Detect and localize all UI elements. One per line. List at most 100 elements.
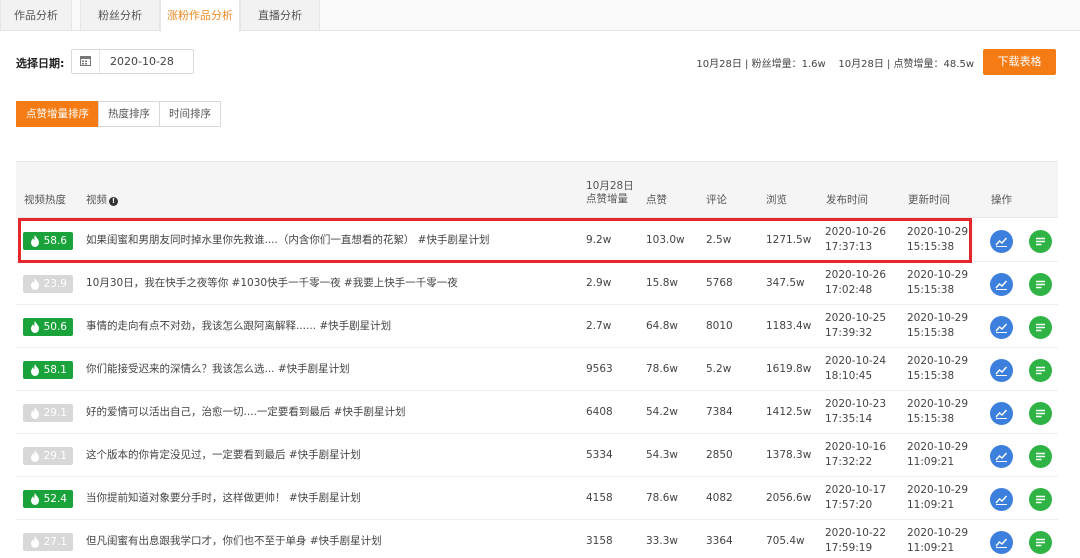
line-chart-icon bbox=[990, 409, 1013, 428]
update-time: 2020-10-29 15:15:38 bbox=[907, 354, 968, 384]
likes: 64.8w bbox=[646, 320, 678, 332]
update-date: 2020-10-29 bbox=[907, 269, 969, 281]
flame-icon bbox=[30, 493, 40, 505]
sort-by-like-increase[interactable]: 点赞增量排序 bbox=[16, 101, 99, 127]
comments: 2850 bbox=[706, 449, 733, 461]
tab-works-analysis[interactable]: 作品分析 bbox=[0, 0, 72, 31]
likes: 78.6w bbox=[646, 363, 678, 375]
views: 2056.6w bbox=[766, 492, 812, 504]
comments: 4082 bbox=[706, 492, 733, 504]
heat-badge: 29.1 bbox=[23, 404, 73, 422]
publish-time: 2020-10-26 17:37:13 bbox=[825, 225, 886, 255]
table-row[interactable]: 50.6 事情的走向有点不对劲，我该怎么跟阿离解释...... #快手剧星计划 2.… bbox=[16, 305, 1058, 348]
header-inc-line1: 10月28日 bbox=[586, 180, 634, 192]
video-title[interactable]: 当你提前知道对象要分手时，这样做更帅！ #快手剧星计划 bbox=[86, 491, 361, 506]
video-title[interactable]: 这个版本的你肯定没见过，一定要看到最后 #快手剧星计划 bbox=[86, 448, 361, 463]
header-video: 视频! bbox=[86, 194, 118, 207]
table-row[interactable]: 29.1 这个版本的你肯定没见过，一定要看到最后 #快手剧星计划 5334 54.3w… bbox=[16, 434, 1058, 477]
tab-fan-growth-works[interactable]: 涨粉作品分析 bbox=[160, 0, 240, 32]
sort-group: 点赞增量排序 热度排序 时间排序 bbox=[16, 101, 221, 127]
video-title[interactable]: 如果闺蜜和男朋友同时掉水里你先救谁....（内含你们一直想看的花絮） #快手剧星… bbox=[86, 233, 490, 248]
tab-live-analysis[interactable]: 直播分析 bbox=[240, 0, 320, 31]
like-increase: 2.7w bbox=[586, 320, 612, 332]
update-time: 2020-10-29 11:09:21 bbox=[907, 526, 968, 556]
list-icon bbox=[1029, 452, 1052, 471]
video-title[interactable]: 好的爱情可以活出自己，治愈一切....一定要看到最后 #快手剧星计划 bbox=[86, 405, 406, 420]
line-chart-icon bbox=[990, 280, 1013, 299]
heat-badge: 52.4 bbox=[23, 490, 73, 508]
details-button[interactable] bbox=[1029, 531, 1052, 554]
heat-value: 23.9 bbox=[43, 278, 67, 290]
trend-chart-button[interactable] bbox=[990, 316, 1013, 339]
likes: 33.3w bbox=[646, 535, 678, 547]
line-chart-icon bbox=[990, 323, 1013, 342]
heat-value: 58.1 bbox=[43, 364, 67, 376]
line-chart-icon bbox=[990, 237, 1013, 256]
trend-chart-button[interactable] bbox=[990, 402, 1013, 425]
update-date: 2020-10-29 bbox=[907, 312, 969, 324]
calendar-icon[interactable] bbox=[72, 50, 100, 73]
line-chart-icon bbox=[990, 538, 1013, 557]
trend-chart-button[interactable] bbox=[990, 359, 1013, 382]
details-button[interactable] bbox=[1029, 230, 1052, 253]
details-button[interactable] bbox=[1029, 488, 1052, 511]
likes: 78.6w bbox=[646, 492, 678, 504]
publish-date: 2020-10-24 bbox=[825, 355, 887, 367]
likes: 54.2w bbox=[646, 406, 678, 418]
heat-value: 27.1 bbox=[43, 536, 67, 548]
heat-badge: 58.1 bbox=[23, 361, 73, 379]
video-title[interactable]: 事情的走向有点不对劲，我该怎么跟阿离解释...... #快手剧星计划 bbox=[86, 319, 391, 334]
table-row[interactable]: 23.9 10月30日，我在快手之夜等你 #1030快手一千零一夜 #我要上快手一… bbox=[16, 262, 1058, 305]
table-row[interactable]: 52.4 当你提前知道对象要分手时，这样做更帅！ #快手剧星计划 4158 78.6w… bbox=[16, 477, 1058, 520]
update-time: 2020-10-29 15:15:38 bbox=[907, 311, 968, 341]
details-button[interactable] bbox=[1029, 445, 1052, 468]
table-row[interactable]: 58.1 你们能接受迟来的深情么？我该怎么选... #快手剧星计划 9563 78.6… bbox=[16, 348, 1058, 391]
trend-chart-button[interactable] bbox=[990, 488, 1013, 511]
info-icon[interactable]: ! bbox=[109, 197, 118, 206]
update-time: 2020-10-29 11:09:21 bbox=[907, 483, 968, 513]
publish-clock: 17:32:22 bbox=[825, 456, 873, 468]
list-icon bbox=[1029, 538, 1052, 557]
trend-chart-button[interactable] bbox=[990, 273, 1013, 296]
update-date: 2020-10-29 bbox=[907, 398, 969, 410]
comments: 3364 bbox=[706, 535, 733, 547]
publish-date: 2020-10-16 bbox=[825, 441, 887, 453]
details-button[interactable] bbox=[1029, 359, 1052, 382]
views: 347.5w bbox=[766, 277, 805, 289]
line-chart-icon bbox=[990, 452, 1013, 471]
publish-clock: 17:37:13 bbox=[825, 241, 873, 253]
flame-icon bbox=[30, 321, 40, 333]
publish-time: 2020-10-17 17:57:20 bbox=[825, 483, 886, 513]
details-button[interactable] bbox=[1029, 402, 1052, 425]
publish-time: 2020-10-25 17:39:32 bbox=[825, 311, 886, 341]
trend-chart-button[interactable] bbox=[990, 531, 1013, 554]
table-row[interactable]: 29.1 好的爱情可以活出自己，治愈一切....一定要看到最后 #快手剧星计划 64… bbox=[16, 391, 1058, 434]
details-button[interactable] bbox=[1029, 273, 1052, 296]
video-title[interactable]: 10月30日，我在快手之夜等你 #1030快手一千零一夜 #我要上快手一千零一夜 bbox=[86, 276, 458, 291]
sort-by-time[interactable]: 时间排序 bbox=[159, 101, 221, 127]
table-row[interactable]: 27.1 但凡闺蜜有出息跟我学口才，你们也不至于单身 #快手剧星计划 3158 33.… bbox=[16, 520, 1058, 558]
download-table-button[interactable]: 下载表格 bbox=[983, 49, 1056, 75]
flame-icon bbox=[30, 450, 40, 462]
details-button[interactable] bbox=[1029, 316, 1052, 339]
line-chart-icon bbox=[990, 366, 1013, 385]
date-picker[interactable]: 2020-10-28 bbox=[71, 49, 194, 74]
heat-value: 29.1 bbox=[43, 450, 67, 462]
table-row[interactable]: 58.6 如果闺蜜和男朋友同时掉水里你先救谁....（内含你们一直想看的花絮） #… bbox=[16, 219, 1058, 262]
sort-by-heat[interactable]: 热度排序 bbox=[98, 101, 160, 127]
video-title[interactable]: 但凡闺蜜有出息跟我学口才，你们也不至于单身 #快手剧星计划 bbox=[86, 534, 382, 549]
flame-icon bbox=[30, 364, 40, 376]
update-time: 2020-10-29 11:09:21 bbox=[907, 440, 968, 470]
header-comments: 评论 bbox=[706, 194, 727, 206]
like-increase: 2.9w bbox=[586, 277, 612, 289]
list-icon bbox=[1029, 409, 1052, 428]
publish-date: 2020-10-25 bbox=[825, 312, 887, 324]
trend-chart-button[interactable] bbox=[990, 230, 1013, 253]
update-clock: 15:15:38 bbox=[907, 370, 955, 382]
update-clock: 15:15:38 bbox=[907, 327, 955, 339]
tab-fans-analysis[interactable]: 粉丝分析 bbox=[80, 0, 160, 31]
video-title[interactable]: 你们能接受迟来的深情么？我该怎么选... #快手剧星计划 bbox=[86, 362, 350, 377]
trend-chart-button[interactable] bbox=[990, 445, 1013, 468]
comments: 2.5w bbox=[706, 234, 732, 246]
like-increase: 5334 bbox=[586, 449, 613, 461]
